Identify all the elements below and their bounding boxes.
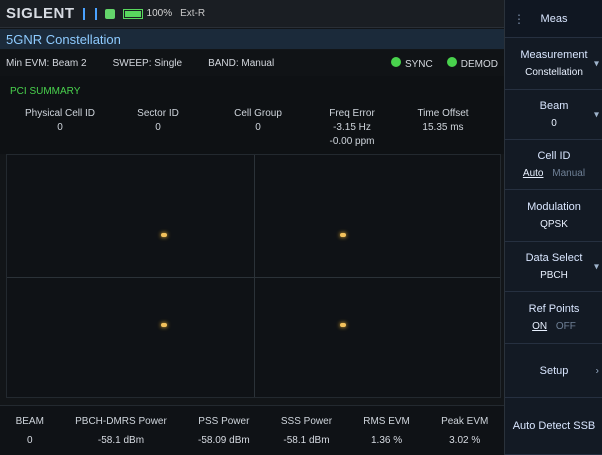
plot-axis-vertical: [254, 155, 255, 397]
sync-dot-icon: [390, 56, 401, 67]
pci-physical-cell-id: Physical Cell ID 0: [24, 108, 96, 133]
network-icon: [104, 8, 115, 19]
pci-time-offset: Time Offset 15.35 ms: [417, 108, 469, 133]
page-title: 5GNR Constellation: [0, 29, 504, 49]
measurement-view: SIGLENT 100% Ext-R 5GNR Constellation Mi…: [0, 0, 504, 455]
auto-detect-ssb-button[interactable]: Auto Detect SSB: [505, 398, 602, 455]
pci-summary-title: PCI SUMMARY: [10, 86, 81, 97]
bottom-summary: BEAM 0 PBCH-DMRS Power -58.1 dBm PSS Pow…: [0, 405, 504, 455]
top-status-bar: SIGLENT 100% Ext-R: [0, 0, 504, 28]
constellation-point: [161, 323, 167, 327]
pci-summary: PCI SUMMARY Physical Cell ID 0 Sector ID…: [0, 76, 504, 154]
constellation-plot: [6, 154, 501, 398]
constellation-point: [161, 233, 167, 237]
constellation-point: [340, 323, 346, 327]
sync-status: SYNC: [390, 56, 433, 70]
pci-sector-id: Sector ID 0: [137, 108, 179, 133]
battery-fill: [124, 10, 141, 17]
menu-dots-icon: ⋮: [513, 12, 525, 26]
chevron-down-icon: ▾: [593, 109, 599, 120]
menu-header-meas[interactable]: ⋮ Meas: [505, 0, 602, 38]
info-row: Min EVM: Beam 2 SWEEP: Single BAND: Manu…: [0, 50, 504, 76]
modulation-button[interactable]: Modulation QPSK: [505, 190, 602, 242]
chevron-down-icon: ▾: [593, 58, 599, 69]
demod-dot-icon: [446, 56, 457, 67]
plot-axis-horizontal: [7, 277, 500, 278]
min-evm-label: Min EVM: Beam 2: [6, 57, 87, 69]
sweep-label: SWEEP: Single: [112, 57, 183, 69]
measurement-button[interactable]: Measurement Constellation ▾: [505, 38, 602, 90]
status-indicators: SYNC DEMOD: [390, 56, 498, 70]
peak-evm-metric: Peak EVM 3.02 %: [441, 416, 489, 446]
demod-status: DEMOD: [446, 56, 498, 70]
pss-power-metric: PSS Power -58.09 dBm: [198, 416, 250, 446]
battery-percent: 100%: [146, 8, 173, 19]
battery-icon: [122, 8, 143, 19]
beam-metric: BEAM 0: [15, 416, 44, 446]
band-label: BAND: Manual: [208, 57, 275, 69]
brand-logo: SIGLENT: [6, 5, 75, 22]
chevron-down-icon: ▾: [593, 261, 599, 272]
data-select-button[interactable]: Data Select PBCH ▾: [505, 242, 602, 292]
chevron-right-icon: ›: [595, 365, 599, 376]
setup-button[interactable]: Setup ›: [505, 344, 602, 398]
constellation-point: [340, 233, 346, 237]
battery-indicator: 100%: [122, 8, 173, 19]
cell-id-button[interactable]: Cell ID Auto Manual: [505, 140, 602, 190]
pci-cell-group: Cell Group 0: [234, 108, 282, 133]
ext-reference: Ext-R: [180, 8, 206, 19]
pci-freq-error: Freq Error -3.15 Hz -0.00 ppm: [329, 108, 375, 147]
ref-points-button[interactable]: Ref Points ON OFF: [505, 292, 602, 344]
sss-power-metric: SSS Power -58.1 dBm: [280, 416, 333, 446]
rms-evm-metric: RMS EVM 1.36 %: [363, 416, 410, 446]
softkey-menu: ⋮ Meas Measurement Constellation ▾ Beam …: [504, 0, 602, 455]
usb-icon: [82, 7, 97, 20]
beam-button[interactable]: Beam 0 ▾: [505, 90, 602, 140]
pbch-dmrs-power-metric: PBCH-DMRS Power -58.1 dBm: [75, 416, 167, 446]
